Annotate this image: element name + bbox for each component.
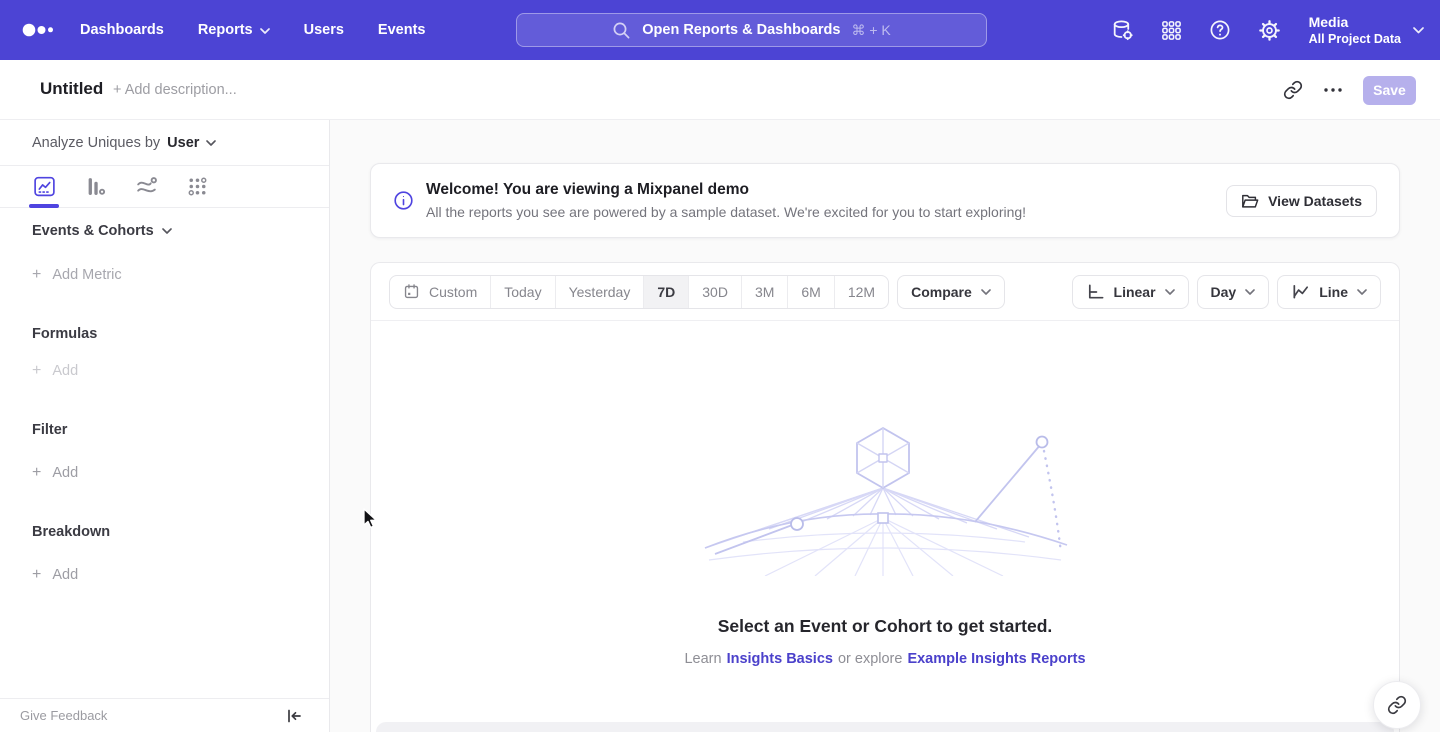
info-icon — [393, 190, 414, 211]
copy-link-icon[interactable] — [1283, 80, 1303, 100]
empty-state: Select an Event or Cohort to get started… — [371, 426, 1399, 667]
sidebar-footer: Give Feedback — [0, 698, 329, 732]
date-range-yesterday[interactable]: Yesterday — [555, 276, 644, 308]
filter-header: Filter — [32, 422, 67, 438]
report-description-field[interactable]: + Add description... — [113, 82, 237, 98]
calendar-icon — [403, 283, 420, 300]
linear-axis-icon — [1086, 282, 1105, 301]
view-datasets-button[interactable]: View Datasets — [1226, 185, 1377, 217]
breakdown-header: Breakdown — [32, 524, 110, 540]
scale-selector-button[interactable]: Linear — [1072, 275, 1189, 309]
tab-line-chart-view[interactable] — [30, 166, 58, 208]
report-title[interactable]: Untitled — [40, 79, 103, 99]
add-formula-button[interactable]: + Add — [32, 362, 78, 380]
date-range-6m[interactable]: 6M — [787, 276, 833, 308]
date-range-segmented-control: Custom Today Yesterday 7D 30D 3M 6M 12M — [389, 275, 889, 309]
date-range-3m[interactable]: 3M — [741, 276, 787, 308]
chevron-down-icon — [1413, 27, 1424, 34]
date-range-custom[interactable]: Custom — [390, 276, 490, 308]
date-range-7d[interactable]: 7D — [643, 276, 688, 308]
chevron-down-icon — [1357, 289, 1367, 295]
bottom-sheet-edge[interactable] — [376, 722, 1394, 732]
share-link-fab[interactable] — [1373, 681, 1421, 729]
report-header: Untitled + Add description... Save — [0, 60, 1440, 120]
main-content: Welcome! You are viewing a Mixpanel demo… — [330, 120, 1440, 732]
tab-bar-chart-view[interactable] — [81, 166, 109, 208]
analyze-by-value: User — [167, 135, 199, 151]
empty-state-subtext: Learn Insights Basics or explore Example… — [684, 651, 1085, 667]
nav-item-events[interactable]: Events — [378, 22, 426, 38]
apps-grid-icon[interactable] — [1160, 19, 1183, 42]
project-switcher[interactable]: Media All Project Data — [1309, 13, 1424, 47]
chevron-down-icon — [981, 289, 991, 295]
nav-item-dashboards[interactable]: Dashboards — [80, 22, 164, 38]
add-breakdown-button[interactable]: + Add — [32, 566, 78, 584]
events-cohorts-header[interactable]: Events & Cohorts — [32, 223, 172, 239]
example-insights-reports-link[interactable]: Example Insights Reports — [907, 651, 1085, 667]
nav-item-reports[interactable]: Reports — [198, 22, 270, 38]
nav-right-group: Media All Project Data — [1110, 0, 1424, 60]
visualization-tabs — [0, 166, 329, 208]
chevron-down-icon — [206, 140, 216, 146]
tab-flow-view[interactable] — [132, 166, 160, 208]
chevron-down-icon — [260, 28, 270, 34]
collapse-sidebar-icon[interactable] — [286, 708, 302, 724]
date-range-30d[interactable]: 30D — [688, 276, 741, 308]
empty-state-illustration — [695, 426, 1075, 576]
query-builder-sidebar: Analyze Uniques by User — [0, 120, 330, 732]
data-connections-icon[interactable] — [1110, 18, 1135, 43]
help-icon[interactable] — [1208, 18, 1232, 42]
chart-type-selector-button[interactable]: Line — [1277, 275, 1381, 309]
search-placeholder: Open Reports & Dashboards — [642, 22, 840, 38]
top-navbar: Dashboards Reports Users Events Open Rep… — [0, 0, 1440, 60]
project-name: Media — [1309, 13, 1401, 31]
more-options-icon[interactable] — [1323, 87, 1343, 93]
breakdown-section: Breakdown — [32, 524, 110, 540]
formulas-header: Formulas — [32, 326, 97, 342]
compare-button[interactable]: Compare — [897, 275, 1005, 309]
tab-grid-view[interactable] — [183, 166, 211, 208]
insights-basics-link[interactable]: Insights Basics — [727, 651, 833, 667]
banner-body: All the reports you see are powered by a… — [426, 204, 1026, 220]
chevron-down-icon — [162, 228, 172, 234]
chevron-down-icon — [1165, 289, 1175, 295]
mixpanel-logo-icon[interactable] — [22, 22, 56, 38]
granularity-selector-button[interactable]: Day — [1197, 275, 1270, 309]
chevron-down-icon — [1245, 289, 1255, 295]
global-search-input[interactable]: Open Reports & Dashboards ⌘ + K — [516, 13, 987, 47]
empty-state-heading: Select an Event or Cohort to get started… — [718, 616, 1053, 637]
date-range-today[interactable]: Today — [490, 276, 554, 308]
search-shortcut: ⌘ + K — [851, 22, 890, 39]
formulas-section: Formulas — [32, 326, 97, 342]
events-cohorts-section: Events & Cohorts — [32, 223, 172, 239]
nav-item-users[interactable]: Users — [304, 22, 344, 38]
selected-tab-underline — [29, 204, 59, 208]
date-range-12m[interactable]: 12M — [834, 276, 888, 308]
nav-menu: Dashboards Reports Users Events — [80, 0, 425, 60]
insights-report-panel: Custom Today Yesterday 7D 30D 3M 6M 12M … — [370, 262, 1400, 732]
search-icon — [612, 21, 631, 40]
line-chart-icon — [1291, 282, 1310, 301]
analyze-uniques-selector[interactable]: Analyze Uniques by User — [0, 120, 329, 166]
save-button[interactable]: Save — [1363, 76, 1416, 105]
demo-welcome-banner: Welcome! You are viewing a Mixpanel demo… — [370, 163, 1400, 238]
project-scope: All Project Data — [1309, 31, 1401, 47]
add-metric-button[interactable]: + Add Metric — [32, 266, 122, 284]
banner-title: Welcome! You are viewing a Mixpanel demo — [426, 181, 1026, 199]
filter-section: Filter — [32, 422, 67, 438]
settings-gear-icon[interactable] — [1257, 18, 1282, 43]
add-filter-button[interactable]: + Add — [32, 464, 78, 482]
folder-icon — [1241, 193, 1259, 209]
give-feedback-link[interactable]: Give Feedback — [20, 708, 107, 723]
chart-toolbar: Custom Today Yesterday 7D 30D 3M 6M 12M … — [371, 263, 1399, 321]
